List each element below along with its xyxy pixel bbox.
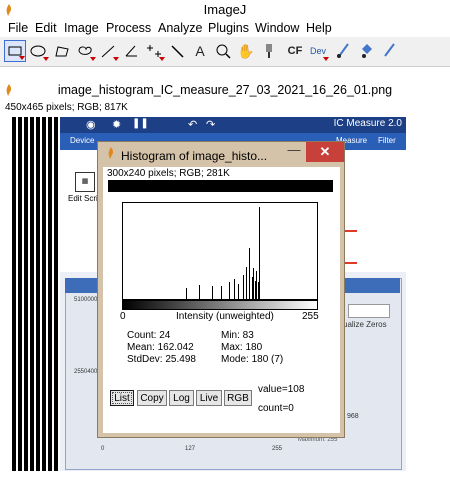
stat-count: Count: 24 [127, 330, 171, 341]
list-button[interactable]: List [110, 390, 134, 406]
ic-globe-icon: ◉ [86, 119, 96, 131]
histogram-image-info: 300x240 pixels; RGB; 281K [107, 168, 230, 179]
angle-tool-icon[interactable] [120, 40, 142, 62]
ic-x-label-255: 255 [272, 446, 283, 452]
rectangle-selection-icon[interactable] [4, 40, 26, 62]
stat-mode: Mode: 180 (7) [221, 354, 284, 365]
scroll-hand-icon[interactable]: ✋ [235, 40, 257, 62]
image-window-title: image_histogram_IC_measure_27_03_2021_16… [57, 83, 393, 97]
axis-min-label: 0 [120, 311, 126, 322]
copy-button[interactable]: Copy [137, 390, 167, 406]
close-icon: ✕ [319, 144, 331, 159]
dev-tool-glyph: Dev [309, 46, 326, 56]
stripe-pattern [12, 117, 60, 471]
menu-help[interactable]: Help [306, 20, 332, 37]
histogram-window-logo-icon [106, 146, 116, 160]
red-marker [345, 262, 357, 264]
ic-y-label-mid: 2550400 [74, 369, 98, 375]
oval-selection-icon[interactable] [27, 40, 49, 62]
stat-max: Max: 180 [221, 342, 263, 353]
ic-dropdown [348, 304, 390, 318]
ic-x-label-0: 0 [101, 446, 105, 452]
ic-script-icon: ▦ [75, 172, 95, 192]
stat-mean: Mean: 162.042 [127, 342, 194, 353]
ic-y-label-top: 5100000 [74, 297, 98, 303]
close-button[interactable]: ✕ [306, 142, 344, 162]
log-button[interactable]: Log [169, 390, 194, 406]
ic-gear-icon: ✹ [112, 119, 122, 131]
menu-edit[interactable]: Edit [35, 20, 57, 37]
histogram-plot[interactable] [122, 202, 318, 300]
brush-icon[interactable] [332, 40, 354, 62]
menu-image[interactable]: Image [64, 20, 99, 37]
rgb-button[interactable]: RGB [224, 390, 252, 406]
freehand-selection-icon[interactable] [74, 40, 96, 62]
menu-file[interactable]: File [8, 20, 28, 37]
histogram-header-band [108, 180, 333, 192]
ic-misc-value: 968 [347, 413, 359, 420]
toolbar: A ✋ CF Dev [0, 37, 450, 67]
menubar: File Edit Image Process Analyze Plugins … [0, 20, 450, 37]
menu-plugins[interactable]: Plugins [208, 20, 249, 37]
ic-visualize-zeros-label: ualize Zeros [343, 320, 387, 329]
stat-stddev: StdDev: 25.498 [127, 354, 196, 365]
intensity-ramp [122, 300, 318, 310]
developer-menu-icon[interactable]: Dev [307, 40, 329, 62]
stat-min: Min: 83 [221, 330, 254, 341]
menu-window[interactable]: Window [255, 20, 299, 37]
text-tool-glyph: A [195, 43, 205, 59]
flood-fill-icon[interactable] [355, 40, 377, 62]
ic-undo-icon: ↶ [188, 119, 198, 131]
magnifier-icon[interactable] [212, 40, 234, 62]
line-selection-icon[interactable] [97, 40, 119, 62]
wand-tool-icon[interactable] [166, 40, 188, 62]
image-info: 450x465 pixels; RGB; 817K [5, 102, 128, 113]
menu-analyze[interactable]: Analyze [158, 20, 202, 37]
axis-max-label: 255 [302, 311, 319, 322]
app-title: ImageJ [203, 2, 247, 17]
histogram-window-title: Histogram of image_histo... [121, 149, 268, 163]
red-marker [345, 230, 357, 232]
cf-tool-icon[interactable]: CF [284, 40, 306, 62]
axis-title: Intensity (unweighted) [176, 311, 274, 322]
ic-measure-app-name: IC Measure 2.0 [333, 118, 402, 129]
multi-point-icon[interactable] [143, 40, 165, 62]
color-picker-icon[interactable] [258, 40, 280, 62]
ic-redo-icon: ↷ [206, 119, 216, 131]
polygon-selection-icon[interactable] [51, 40, 73, 62]
pencil-icon[interactable] [378, 40, 400, 62]
menu-process[interactable]: Process [106, 20, 151, 37]
ic-x-label-127: 127 [185, 446, 196, 452]
ic-menu-device: Device [70, 136, 95, 145]
ic-pause-icon: ❚❚ [132, 118, 149, 129]
ic-menu-filter: Filter [378, 136, 396, 145]
histogram-svg [186, 207, 260, 299]
cf-tool-glyph: CF [287, 45, 303, 57]
text-tool-icon[interactable]: A [189, 40, 211, 62]
ic-measure-titlebar: IC Measure 2.0 ◉ ✹ ❚❚ ↶ ↷ [60, 117, 406, 133]
count-readout: count=0 [258, 403, 294, 414]
value-readout: value=108 [258, 384, 305, 395]
minimize-button[interactable]: — [283, 142, 305, 162]
live-button[interactable]: Live [196, 390, 222, 406]
